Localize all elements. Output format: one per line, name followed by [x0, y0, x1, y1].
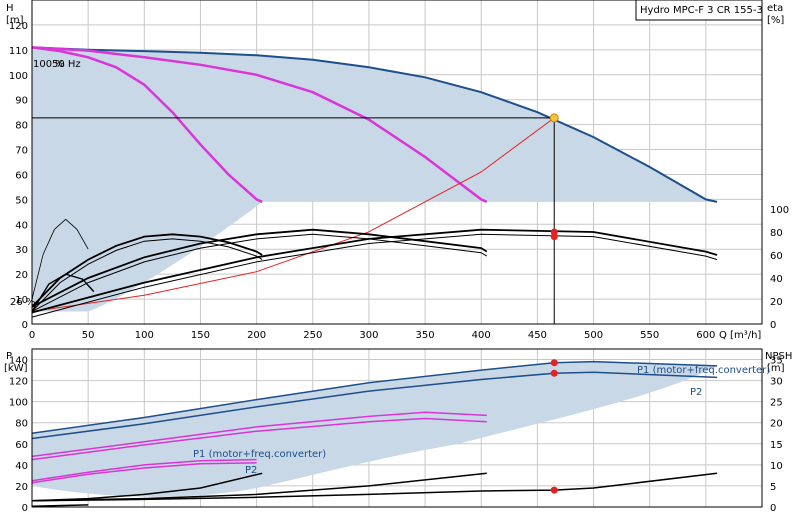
flow-tick-label: 550: [640, 330, 659, 341]
power-tick-label: 100: [9, 398, 28, 409]
duty-power-marker: [550, 359, 558, 367]
head-tick-label: 50: [15, 195, 28, 206]
head-tick-label: 80: [15, 121, 28, 132]
flow-tick-label: 150: [191, 330, 210, 341]
p2-small-label: P2: [245, 465, 257, 476]
head-axis-unit: [m]: [6, 15, 24, 26]
head-tick-label: 30: [15, 245, 28, 256]
frequency-label: 50 Hz: [52, 59, 81, 70]
power-tick-label: 60: [15, 440, 28, 451]
head-tick-label: 110: [9, 46, 28, 57]
flow-tick-label: 300: [359, 330, 378, 341]
eta-tick-label: 60: [770, 251, 783, 262]
power-tick-label: 80: [15, 419, 28, 430]
duty-power-marker: [550, 369, 558, 377]
flow-tick-label: 600: [696, 330, 715, 341]
power-tick-label: 0: [22, 503, 28, 514]
flow-tick-label: 100: [135, 330, 154, 341]
head-panel: 0 50 100 150 200 250 300 350 400 450 500 550 6000102…: [6, 0, 789, 341]
eta-tick-label: 0: [770, 320, 776, 331]
head-axis-title: H: [6, 3, 14, 14]
power-tick-label: 40: [15, 461, 28, 472]
eta-axis-title: eta: [767, 3, 783, 14]
power-tick-label: 20: [15, 482, 28, 493]
flow-tick-label: 50: [82, 330, 95, 341]
power-axis-unit: [kW]: [4, 363, 28, 374]
npsh-tick-label: 30: [770, 377, 783, 388]
eta-tick-label: 20: [770, 297, 783, 308]
flow-tick-label: 500: [584, 330, 603, 341]
npsh-tick-label: 10: [770, 461, 783, 472]
power-tick-label: 120: [9, 377, 28, 388]
p1-small-label: P1 (motor+freq.converter): [193, 449, 326, 460]
npsh-tick-label: 15: [770, 440, 783, 451]
npsh-tick-label: 5: [770, 482, 776, 493]
head-tick-label: 60: [15, 170, 28, 181]
flow-tick-label: 400: [472, 330, 491, 341]
eta-axis-unit: [%]: [767, 15, 784, 26]
flow-tick-label: 200: [247, 330, 266, 341]
head-tick-label: 40: [15, 220, 28, 231]
speed-bottom-label: 26 %: [10, 297, 35, 308]
head-tick-label: 90: [15, 96, 28, 107]
npsh-tick-label: 25: [770, 398, 783, 409]
power-panel: 02040608010012014005101520253035 P [kW] …: [4, 348, 792, 514]
p1-main-label: P1 (motor+freq.converter): [637, 365, 770, 376]
npsh-tick-label: 0: [770, 503, 776, 514]
p2-main-label: P2: [690, 387, 702, 398]
flow-tick-label: 0: [29, 330, 35, 341]
duty-eta-marker: [550, 233, 558, 241]
flow-tick-label: 450: [528, 330, 547, 341]
eta-tick-label: 100: [770, 205, 789, 216]
eta-tick-label: 80: [770, 228, 783, 239]
power-axis-title: P: [6, 351, 12, 362]
flow-tick-label: 250: [303, 330, 322, 341]
pump-performance-chart: 0 50 100 150 200 250 300 350 400 450 500 550 6000102…: [4, 0, 792, 514]
duty-npsh-marker: [550, 486, 558, 494]
head-tick-label: 0: [22, 320, 28, 331]
pump-label: Hydro MPC-F 3 CR 155-3: [640, 5, 763, 16]
flow-axis-label: Q [m³/h]: [719, 330, 761, 341]
duty-point-marker: [549, 113, 559, 123]
flow-tick-label: 350: [416, 330, 435, 341]
head-tick-label: 100: [9, 71, 28, 82]
npsh-axis-title: NPSH: [765, 351, 792, 362]
head-tick-label: 70: [15, 146, 28, 157]
npsh-tick-label: 20: [770, 419, 783, 430]
eta-tick-label: 40: [770, 274, 783, 285]
head-tick-label: 20: [15, 270, 28, 281]
